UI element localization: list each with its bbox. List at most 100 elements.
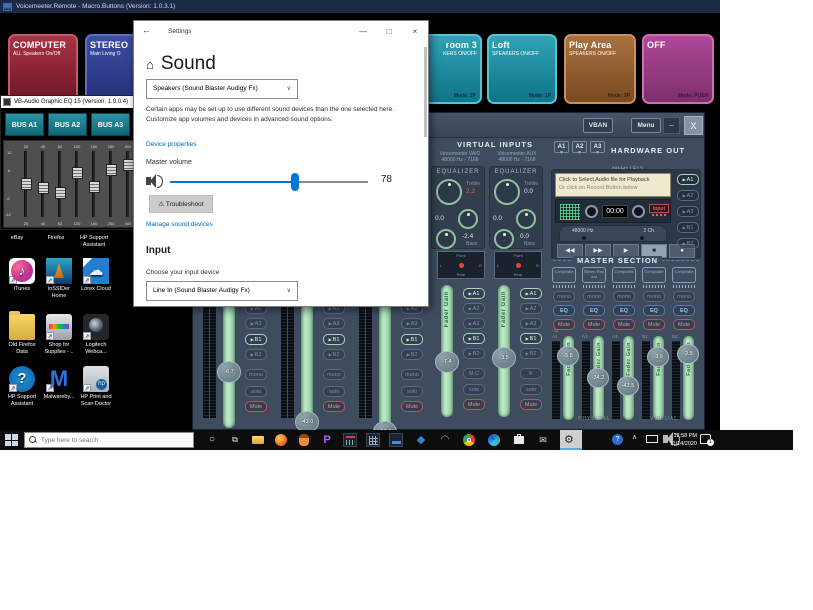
- recorder-bus-a1[interactable]: A1: [677, 174, 699, 185]
- bus-mode-button[interactable]: Stereo Repeat: [582, 267, 606, 283]
- solo-button[interactable]: solo: [401, 386, 423, 397]
- fader-knob[interactable]: -3.5: [492, 347, 516, 369]
- fader-track[interactable]: Fader Gain -5.8: [563, 336, 574, 420]
- desktop-icon-hp-print-scan-doctor[interactable]: ↗ HP Print and Scan Doctor: [78, 366, 114, 407]
- fader-track[interactable]: Fader Gain -3.5: [498, 285, 510, 417]
- tab-bus-a2[interactable]: BUS A2: [48, 113, 87, 136]
- solo-button[interactable]: solo: [463, 384, 485, 395]
- k-button[interactable]: K: [520, 368, 542, 379]
- recorder-info-display[interactable]: Click to Select Audio file for Playback …: [555, 173, 671, 197]
- bus-a1-button[interactable]: A1: [463, 288, 485, 299]
- firefox-icon[interactable]: [274, 433, 288, 447]
- voicemeeter-taskbar-icon[interactable]: [343, 433, 357, 447]
- fader-knob[interactable]: -43.5: [617, 376, 639, 396]
- bus-mode-button[interactable]: Composite: [672, 267, 696, 283]
- device-properties-link[interactable]: Device properties: [146, 141, 197, 148]
- mono-button[interactable]: mono: [613, 291, 635, 302]
- eq-slider-handle[interactable]: [72, 167, 83, 179]
- tray-chevron-up-icon[interactable]: ∧: [632, 433, 637, 441]
- mono-button[interactable]: mono: [245, 369, 267, 380]
- output-device-select[interactable]: Speakers (Sound Blaster Audigy Fx) ∨: [146, 79, 298, 99]
- fader-track[interactable]: Fader Gain -7.4: [441, 285, 453, 417]
- desktop-icon-logitech-webcam[interactable]: ↗ Logitech Webca...: [78, 314, 114, 355]
- taskbar-clock[interactable]: 12:58 PM 11/14/2020: [670, 432, 697, 448]
- mute-button[interactable]: Mute: [520, 399, 542, 410]
- chrome-icon[interactable]: [462, 433, 476, 447]
- bus-b2-button[interactable]: B2: [245, 349, 267, 360]
- maximize-button[interactable]: □: [376, 21, 402, 43]
- fader-knob[interactable]: -34.2: [587, 368, 609, 388]
- menu-button[interactable]: Menu: [631, 118, 661, 133]
- solo-button[interactable]: solo: [520, 384, 542, 395]
- bus-a3-button[interactable]: A3: [323, 318, 345, 329]
- hardware-out-a2-selector[interactable]: A2▼: [572, 141, 587, 153]
- solo-button[interactable]: solo: [323, 386, 345, 397]
- bus-mode-button[interactable]: Composite: [552, 267, 576, 283]
- mono-button[interactable]: mono: [673, 291, 695, 302]
- bus-b1-button[interactable]: B1: [401, 334, 423, 345]
- desktop-icon-hp-support-assistant[interactable]: ↗ HP Support Assistant: [4, 366, 40, 407]
- fader-track[interactable]: Fader Gain -3.9: [653, 336, 664, 420]
- minimize-button[interactable]: –: [663, 117, 680, 134]
- troubleshoot-button[interactable]: ⚠ Troubleshoot: [149, 195, 213, 213]
- bus-b1-button[interactable]: B1: [520, 333, 542, 344]
- volume-slider-thumb[interactable]: [291, 173, 299, 191]
- eq-band-slider-250[interactable]: [109, 151, 112, 217]
- bus-b1-button[interactable]: B1: [323, 334, 345, 345]
- graphic-eq-titlebar[interactable]: VB-Audio Graphic EQ 15 (Version: 1.0.0.4…: [1, 96, 134, 108]
- help-tray-icon[interactable]: ?: [612, 434, 623, 445]
- eq-slider-handle[interactable]: [106, 164, 117, 176]
- bass-knob[interactable]: [436, 229, 456, 249]
- recorder-bus-b2[interactable]: B2: [677, 238, 699, 249]
- macro-button-computer[interactable]: COMPUTER ALL Speakers On/Off: [8, 34, 78, 104]
- eq-button[interactable]: EQ: [553, 305, 575, 316]
- fader-track[interactable]: Fader Gain -2.5: [683, 336, 694, 420]
- task-view-icon[interactable]: ⧉: [228, 433, 242, 447]
- bus-mode-button[interactable]: Composite: [612, 267, 636, 283]
- mono-button[interactable]: mono: [401, 369, 423, 380]
- fader-knob[interactable]: -2.5: [677, 344, 699, 364]
- bus-b2-button[interactable]: B2: [463, 348, 485, 359]
- app-mascot-icon[interactable]: [297, 433, 311, 447]
- start-button[interactable]: [4, 433, 18, 447]
- bus-a1-button[interactable]: A1: [520, 288, 542, 299]
- treble-knob[interactable]: [436, 179, 462, 205]
- mid-knob[interactable]: [458, 209, 478, 229]
- bus-b1-button[interactable]: B1: [245, 334, 267, 345]
- mute-button[interactable]: Mute: [463, 399, 485, 410]
- mail-icon[interactable]: ✉: [536, 433, 550, 447]
- eq-band-slider-62[interactable]: [58, 151, 61, 217]
- lorex-taskbar-icon[interactable]: ◆: [414, 433, 428, 447]
- mid-knob[interactable]: [516, 209, 536, 229]
- eq-button[interactable]: EQ: [583, 305, 605, 316]
- file-explorer-icon[interactable]: [251, 433, 265, 447]
- microsoft-store-icon[interactable]: [512, 433, 526, 447]
- desktop-icon-malwarebytes[interactable]: ↗ Malwareby...: [41, 366, 77, 401]
- desktop-icon-old-firefox-data[interactable]: Old Firefox Data: [4, 314, 40, 355]
- eq-band-slider-160[interactable]: [92, 151, 95, 217]
- bus-b2-button[interactable]: B2: [520, 348, 542, 359]
- desktop-icon-label-ebay[interactable]: eBay: [2, 235, 32, 242]
- eq-button[interactable]: EQ: [643, 305, 665, 316]
- close-button[interactable]: ×: [402, 21, 428, 43]
- bus-a2-button[interactable]: A2: [463, 303, 485, 314]
- paint3d-icon[interactable]: P: [320, 433, 334, 447]
- eq-button[interactable]: EQ: [613, 305, 635, 316]
- desktop-icon-lorex-cloud[interactable]: ↗ Lorex Cloud: [78, 258, 114, 293]
- bus-b1-button[interactable]: B1: [463, 333, 485, 344]
- fader-track[interactable]: Fader Gain -43.5: [623, 336, 634, 420]
- vban-button[interactable]: VBAN: [583, 118, 613, 133]
- search-input[interactable]: [41, 437, 171, 444]
- minimize-button[interactable]: —: [350, 21, 376, 43]
- recorder-bus-b1[interactable]: B1: [677, 222, 699, 233]
- mute-button[interactable]: Mute: [673, 319, 695, 330]
- close-button[interactable]: X: [684, 116, 703, 135]
- edge-icon[interactable]: [487, 433, 501, 447]
- eq-band-slider-25[interactable]: [24, 151, 27, 217]
- graphic-eq-taskbar-icon[interactable]: [366, 433, 380, 447]
- app-tile-icon[interactable]: [389, 433, 403, 447]
- mono-button[interactable]: mono: [643, 291, 665, 302]
- mono-button[interactable]: mono: [323, 369, 345, 380]
- fader-knob[interactable]: -7.4: [435, 351, 459, 373]
- fader-knob[interactable]: -5.8: [557, 346, 579, 366]
